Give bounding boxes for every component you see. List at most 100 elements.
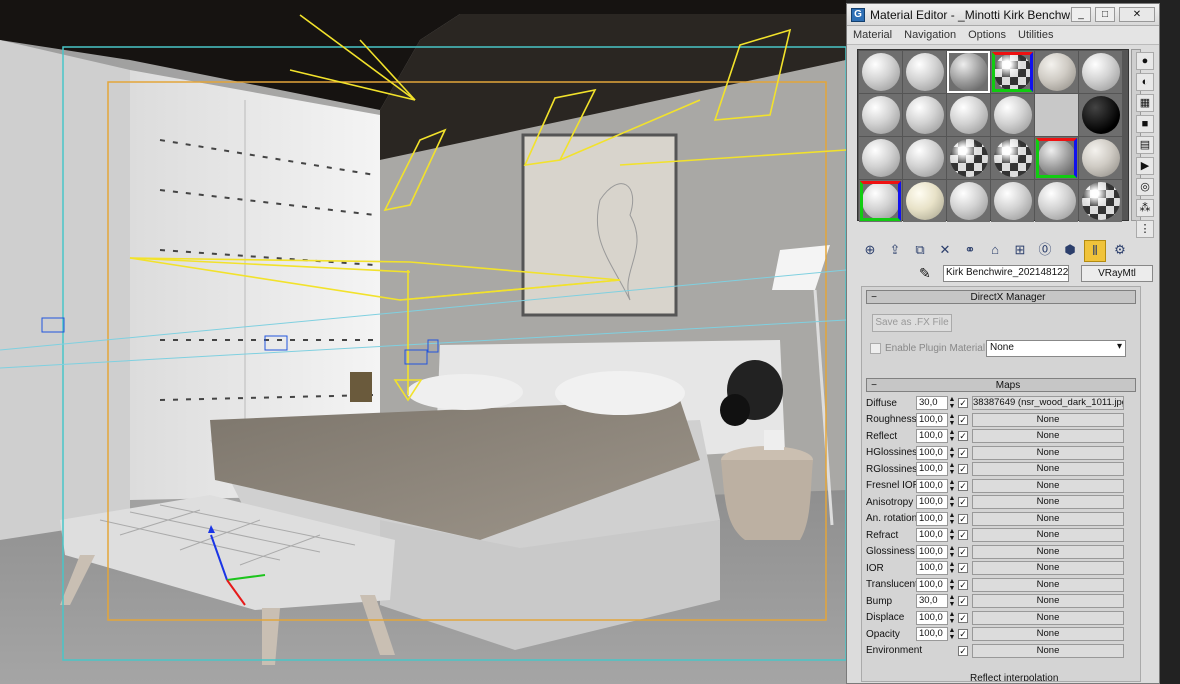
video-check-icon[interactable]: ▤ (1136, 136, 1154, 154)
material-slot[interactable] (947, 137, 990, 179)
material-name-field[interactable]: Kirk Benchwire_202148122 (943, 265, 1069, 282)
material-slot[interactable] (991, 51, 1034, 93)
map-enable-checkbox[interactable]: ✓ (958, 579, 968, 590)
select-by-material-icon[interactable]: ⁂ (1136, 199, 1154, 217)
put-library-icon[interactable]: ⌂ (984, 240, 1006, 262)
material-slot[interactable] (903, 180, 946, 222)
map-amount-input[interactable]: 100,0 (916, 577, 948, 592)
material-editor-titlebar[interactable]: G Material Editor - _Minotti Kirk Benchw… (847, 4, 1159, 26)
map-enable-checkbox[interactable]: ✓ (958, 563, 968, 574)
material-slot[interactable] (859, 180, 902, 222)
map-amount-input[interactable]: 100,0 (916, 561, 948, 576)
delete-icon[interactable]: ✕ (934, 240, 956, 262)
spinner-icon[interactable]: ▲ ▼ (948, 512, 956, 526)
spinner-icon[interactable]: ▲ ▼ (948, 561, 956, 575)
spinner-icon[interactable]: ▲ ▼ (948, 528, 956, 542)
eyedropper-icon[interactable]: ✎ (919, 265, 937, 282)
spinner-icon[interactable]: ▲ ▼ (948, 446, 956, 460)
material-slot[interactable] (903, 51, 946, 93)
map-enable-checkbox[interactable]: ✓ (958, 497, 968, 508)
map-enable-checkbox[interactable]: ✓ (958, 414, 968, 425)
material-slot[interactable] (947, 51, 990, 93)
directx-rollout-header[interactable]: − DirectX Manager (866, 290, 1136, 304)
map-amount-input[interactable]: 100,0 (916, 627, 948, 642)
spinner-icon[interactable]: ▲ ▼ (948, 429, 956, 443)
map-slot-button[interactable]: None (972, 462, 1124, 477)
minimize-button[interactable]: _ (1071, 7, 1091, 22)
effects-channel-icon[interactable]: ⊞ (1009, 240, 1031, 262)
spinner-icon[interactable]: ▲ ▼ (948, 578, 956, 592)
material-slot[interactable] (1079, 94, 1122, 136)
map-slot-button[interactable]: None (972, 412, 1124, 427)
map-slot-button[interactable]: None (972, 643, 1124, 658)
menu-options[interactable]: Options (962, 29, 1012, 41)
material-slot[interactable] (947, 180, 990, 222)
spinner-icon[interactable]: ▲ ▼ (948, 479, 956, 493)
material-slot[interactable] (1079, 180, 1122, 222)
spinner-icon[interactable]: ▲ ▼ (948, 594, 956, 608)
save-fx-button[interactable]: Save as .FX File (872, 314, 952, 332)
map-enable-checkbox[interactable]: ✓ (958, 612, 968, 623)
map-slot-button[interactable]: None (972, 544, 1124, 559)
material-slot[interactable] (1035, 51, 1078, 93)
map-enable-checkbox[interactable]: ✓ (958, 513, 968, 524)
map-amount-input[interactable]: 100,0 (916, 412, 948, 427)
map-slot-button[interactable]: None (972, 445, 1124, 460)
maps-rollout-header[interactable]: − Maps (866, 378, 1136, 392)
material-slot[interactable] (903, 94, 946, 136)
menu-material[interactable]: Material (847, 29, 898, 41)
put-to-scene-icon[interactable]: ⇪ (884, 240, 906, 262)
sample-type-icon[interactable]: ● (1136, 52, 1154, 70)
go-parent-icon[interactable]: ⫴ (1084, 240, 1106, 262)
map-amount-input[interactable]: 100,0 (916, 511, 948, 526)
map-amount-input[interactable]: 100,0 (916, 478, 948, 493)
map-enable-checkbox[interactable]: ✓ (958, 530, 968, 541)
unique-icon[interactable]: ⚭ (959, 240, 981, 262)
material-slot[interactable] (859, 94, 902, 136)
map-enable-checkbox[interactable]: ✓ (958, 596, 968, 607)
spinner-icon[interactable]: ▲ ▼ (948, 627, 956, 641)
enable-plugin-checkbox[interactable]: Enable Plugin Material (870, 343, 985, 354)
reflect-interpolation-rollout[interactable]: Reflect interpolation (970, 673, 1058, 681)
map-enable-checkbox[interactable]: ✓ (958, 398, 968, 409)
menu-utilities[interactable]: Utilities (1012, 29, 1059, 41)
make-preview-icon[interactable]: ▶ (1136, 157, 1154, 175)
map-amount-input[interactable]: 100,0 (916, 495, 948, 510)
material-slot[interactable] (991, 94, 1034, 136)
uv-tiling-icon[interactable]: ■ (1136, 115, 1154, 133)
map-enable-checkbox[interactable]: ✓ (958, 431, 968, 442)
material-slot[interactable] (1035, 180, 1078, 222)
material-slot[interactable] (859, 137, 902, 179)
material-slot[interactable] (1079, 51, 1122, 93)
spinner-icon[interactable]: ▲ ▼ (948, 396, 956, 410)
material-slot[interactable] (991, 137, 1034, 179)
material-slot[interactable] (903, 137, 946, 179)
parameters-panel[interactable]: − DirectX Manager Save as .FX File Enabl… (861, 286, 1141, 682)
map-amount-input[interactable]: 30,0 (916, 594, 948, 609)
map-enable-checkbox[interactable]: ✓ (958, 447, 968, 458)
spinner-icon[interactable]: ▲ ▼ (948, 462, 956, 476)
spinner-icon[interactable]: ▲ ▼ (948, 611, 956, 625)
map-enable-checkbox[interactable]: ✓ (958, 546, 968, 557)
map-slot-button[interactable]: None (972, 478, 1124, 493)
material-slot[interactable] (1035, 94, 1078, 136)
map-slot-button[interactable]: None (972, 429, 1124, 444)
map-enable-checkbox[interactable]: ✓ (958, 480, 968, 491)
map-slot-button[interactable]: None (972, 610, 1124, 625)
spinner-icon[interactable]: ▲ ▼ (948, 413, 956, 427)
perspective-viewport[interactable] (0, 0, 846, 684)
map-amount-input[interactable]: 100,0 (916, 429, 948, 444)
get-material-icon[interactable]: ⊕ (859, 240, 881, 262)
options-icon[interactable]: ◎ (1136, 178, 1154, 196)
backlight-icon[interactable]: ◐ (1136, 73, 1154, 91)
map-amount-input[interactable]: 100,0 (916, 610, 948, 625)
plugin-material-dropdown[interactable]: None ▾ (986, 340, 1126, 357)
menu-navigation[interactable]: Navigation (898, 29, 962, 41)
maximize-button[interactable]: □ (1095, 7, 1115, 22)
map-amount-input[interactable]: 100,0 (916, 462, 948, 477)
map-slot-button[interactable]: None (972, 511, 1124, 526)
assign-icon[interactable]: ⧉ (909, 240, 931, 262)
map-slot-button[interactable]: None (972, 577, 1124, 592)
map-slot-button[interactable]: None (972, 627, 1124, 642)
show-end-icon[interactable]: ⬢ (1059, 240, 1081, 262)
